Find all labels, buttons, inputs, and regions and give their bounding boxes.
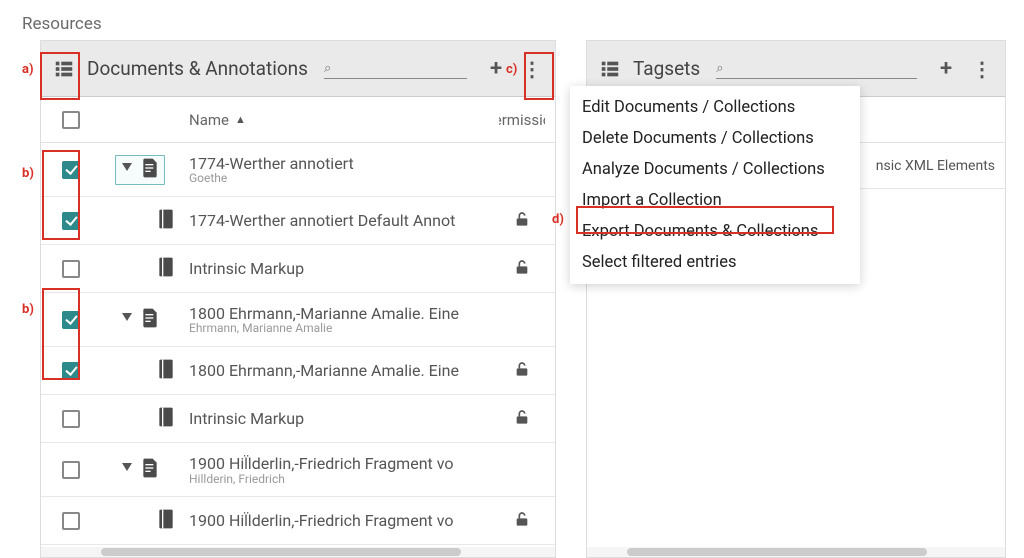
row-subtitle: Hillderin, Friedrich xyxy=(189,472,499,486)
row-checkbox[interactable] xyxy=(62,362,80,380)
row-checkbox[interactable] xyxy=(62,410,80,428)
documents-search-input[interactable] xyxy=(337,58,467,76)
add-tagset-button[interactable]: + xyxy=(933,56,959,82)
row-checkbox[interactable] xyxy=(62,311,80,329)
search-icon: ⌕ xyxy=(324,61,331,76)
documents-table-body: 1774-Werther annotiertGoethe 1774-Werther… xyxy=(41,143,555,545)
document-row[interactable]: 1900 Hil̈lderlin,-Friedrich Fragment voH… xyxy=(41,443,555,497)
menu-item[interactable]: Analyze Documents / Collections xyxy=(570,154,860,185)
collection-row[interactable]: 1774-Werther annotiert Default Annot xyxy=(41,197,555,245)
row-subtitle: Goethe xyxy=(189,171,499,185)
tagsets-panel-title: Tagsets xyxy=(633,57,700,80)
row-checkbox[interactable] xyxy=(62,161,80,179)
unlock-icon xyxy=(514,510,530,532)
menu-item[interactable]: Edit Documents / Collections xyxy=(570,92,860,123)
tagsets-hscrollbar[interactable] xyxy=(587,547,1005,557)
select-all-checkbox[interactable] xyxy=(62,111,80,129)
collection-row[interactable]: Intrinsic Markup xyxy=(41,245,555,293)
documents-panel: Documents & Annotations ⌕ + ⋮ Name ▲ Per… xyxy=(40,40,556,558)
document-row[interactable]: 1800 Ehrmann,-Marianne Amalie. EineEhrma… xyxy=(41,293,555,347)
unlock-icon xyxy=(514,408,530,430)
documents-hscrollbar[interactable] xyxy=(41,547,555,557)
list-view-icon[interactable] xyxy=(51,56,77,82)
row-name: 1900 Hil̈lderlin,-Friedrich Fragment vo xyxy=(189,511,499,531)
document-row[interactable]: 1774-Werther annotiertGoethe xyxy=(41,143,555,197)
collection-icon xyxy=(158,407,174,431)
tagsets-more-menu-button[interactable]: ⋮ xyxy=(969,56,995,82)
row-checkbox[interactable] xyxy=(62,260,80,278)
collection-icon xyxy=(158,209,174,233)
row-checkbox[interactable] xyxy=(62,512,80,530)
collection-icon xyxy=(158,509,174,533)
add-document-button[interactable]: + xyxy=(483,56,509,82)
unlock-icon xyxy=(514,360,530,382)
collection-row[interactable]: 1800 Ehrmann,-Marianne Amalie. Eine xyxy=(41,347,555,395)
row-checkbox[interactable] xyxy=(62,212,80,230)
permission-column-header[interactable]: Permission xyxy=(499,111,545,129)
row-subtitle: Ehrmann, Marianne Amalie xyxy=(189,321,499,335)
collection-row[interactable]: Intrinsic Markup xyxy=(41,395,555,443)
row-name: Intrinsic Markup xyxy=(189,409,499,428)
row-name: 1774-Werther annotiert Default Annot xyxy=(189,211,499,230)
tagsets-search-input[interactable] xyxy=(729,58,917,76)
menu-item[interactable]: Delete Documents / Collections xyxy=(570,123,860,154)
name-column-header[interactable]: Name ▲ xyxy=(189,111,499,129)
unlock-icon xyxy=(514,210,530,232)
document-icon xyxy=(142,308,158,332)
menu-item[interactable]: Select filtered entries xyxy=(570,247,860,278)
documents-more-menu-button[interactable]: ⋮ xyxy=(519,56,545,82)
collection-icon xyxy=(158,257,174,281)
expand-icon[interactable] xyxy=(122,163,136,177)
menu-item[interactable]: Export Documents & Collections xyxy=(570,216,860,247)
row-name: 1800 Ehrmann,-Marianne Amalie. Eine xyxy=(189,361,499,380)
collection-icon xyxy=(158,359,174,383)
collection-row[interactable]: 1900 Hil̈lderlin,-Friedrich Fragment vo xyxy=(41,497,555,545)
unlock-icon xyxy=(514,258,530,280)
menu-item[interactable]: Import a Collection xyxy=(570,185,860,216)
row-name: 1900 Hil̈lderlin,-Friedrich Fragment vo xyxy=(189,454,499,474)
row-checkbox[interactable] xyxy=(62,461,80,479)
row-name: Intrinsic Markup xyxy=(189,259,499,278)
list-view-icon[interactable] xyxy=(597,56,623,82)
documents-panel-title: Documents & Annotations xyxy=(87,57,308,80)
document-icon xyxy=(142,158,158,182)
expand-icon[interactable] xyxy=(122,313,136,327)
documents-panel-header: Documents & Annotations ⌕ + ⋮ xyxy=(41,41,555,97)
panels-container: Documents & Annotations ⌕ + ⋮ Name ▲ Per… xyxy=(0,40,1024,558)
documents-context-menu: Edit Documents / CollectionsDelete Docum… xyxy=(570,86,860,284)
sort-asc-icon: ▲ xyxy=(235,113,246,126)
documents-search[interactable]: ⌕ xyxy=(324,58,467,79)
document-icon xyxy=(142,458,158,482)
search-icon: ⌕ xyxy=(716,61,723,76)
documents-table-header: Name ▲ Permission xyxy=(41,97,555,143)
tagsets-search[interactable]: ⌕ xyxy=(716,58,917,79)
expand-icon[interactable] xyxy=(122,463,136,477)
page-title: Resources xyxy=(0,0,1024,40)
